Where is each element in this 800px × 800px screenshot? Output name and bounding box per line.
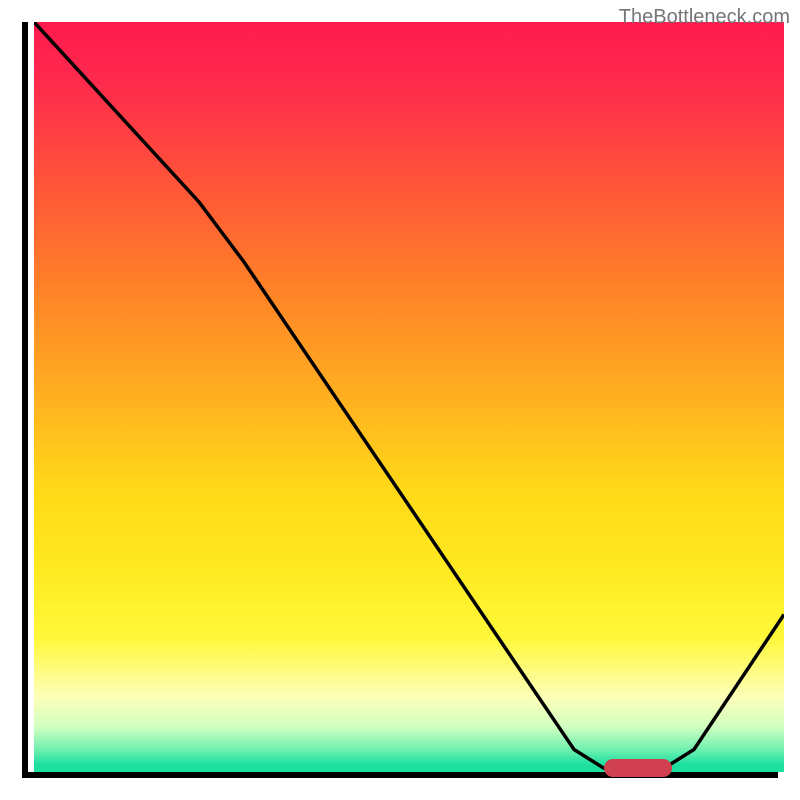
plot-area (22, 22, 778, 778)
optimal-range-marker (604, 759, 672, 777)
watermark-text: TheBottleneck.com (619, 6, 790, 29)
bottleneck-curve (34, 22, 784, 772)
chart-container: TheBottleneck.com (0, 0, 800, 800)
